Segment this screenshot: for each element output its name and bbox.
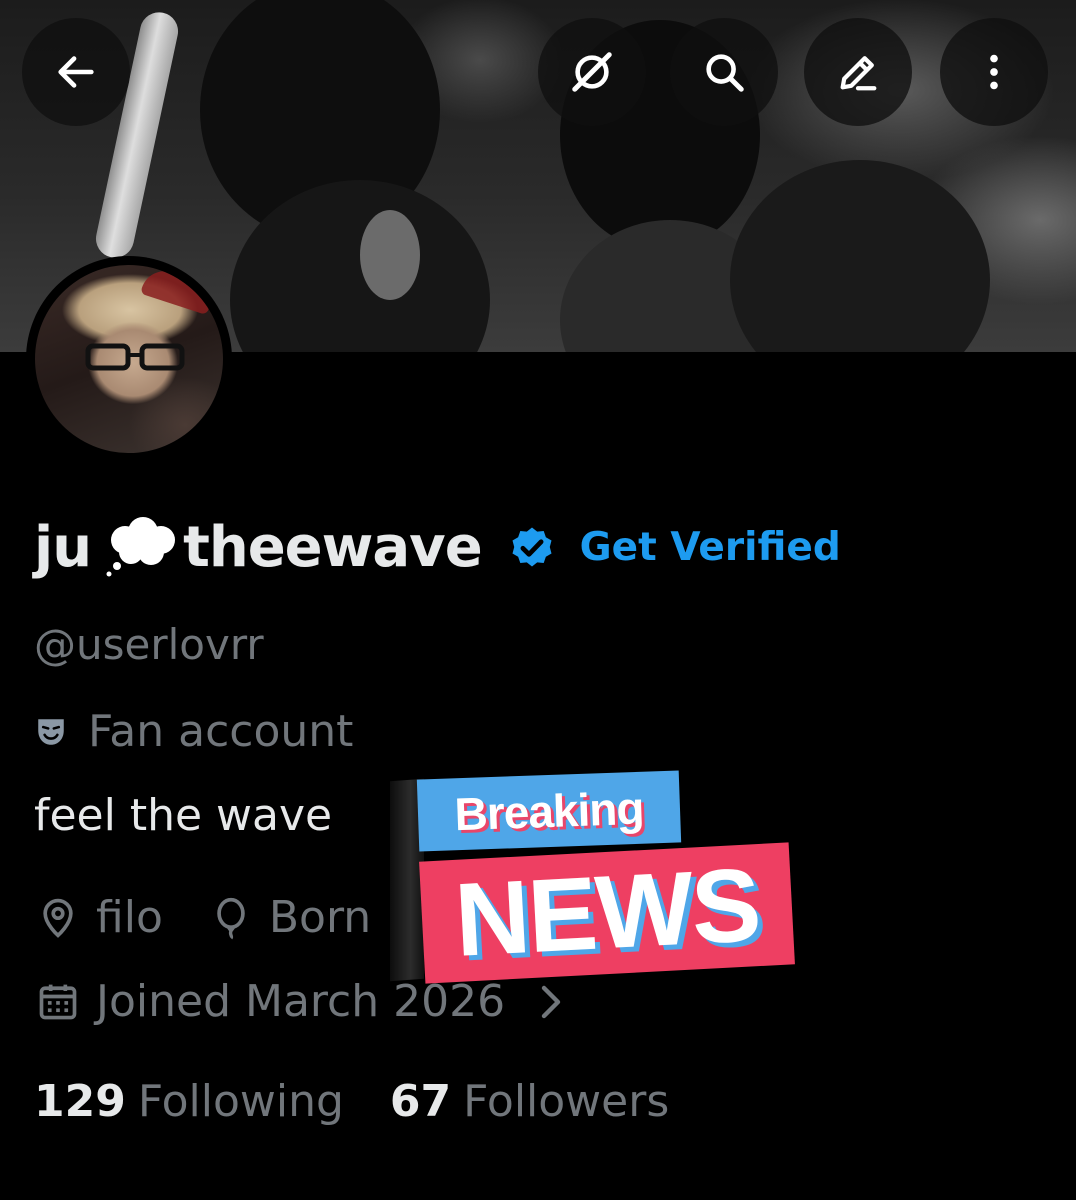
search-icon <box>706 54 744 92</box>
grok-icon <box>572 52 612 92</box>
thought-balloon-icon <box>106 517 176 577</box>
news-text: NEWS <box>452 847 762 979</box>
display-name-row: ju theewave Get Verified <box>34 512 841 582</box>
search-button[interactable] <box>670 18 778 126</box>
banner-hands <box>360 210 420 300</box>
bio-text: feel the wave <box>34 790 333 841</box>
location-pin-icon <box>43 898 73 938</box>
avatar-glasses <box>85 343 185 371</box>
following-label: Following <box>137 1076 344 1127</box>
more-button[interactable] <box>940 18 1048 126</box>
more-icon <box>990 54 998 90</box>
edit-button[interactable] <box>804 18 912 126</box>
back-arrow-icon <box>58 56 94 88</box>
profile-category: Fan account <box>34 706 353 757</box>
verified-badge-icon[interactable] <box>506 521 558 573</box>
followers-link[interactable]: 67 Followers <box>390 1076 669 1127</box>
masks-icon <box>38 718 64 745</box>
avatar[interactable] <box>26 256 232 462</box>
get-verified-link[interactable]: Get Verified <box>580 525 841 570</box>
balloon-icon <box>217 897 245 939</box>
following-count: 129 <box>34 1076 126 1127</box>
calendar-icon <box>39 984 77 1019</box>
following-link[interactable]: 129 Following <box>34 1076 344 1127</box>
display-name-second: theewave <box>183 514 483 580</box>
breaking-text: Breaking <box>453 781 645 841</box>
banner-figure <box>730 160 990 352</box>
born-text: Born <box>268 892 372 943</box>
back-button[interactable] <box>22 18 130 126</box>
birthday-item: Born <box>209 892 371 943</box>
user-handle: @userlovrr <box>34 620 264 669</box>
location-text: filo <box>96 892 163 943</box>
edit-icon <box>840 56 877 91</box>
news-banner: NEWS <box>419 842 795 984</box>
profile-meta-row: filo Born <box>36 892 371 943</box>
avatar-image <box>35 265 223 453</box>
display-name-first: ju <box>34 514 92 580</box>
followers-label: Followers <box>463 1076 670 1127</box>
category-label: Fan account <box>88 706 354 757</box>
follow-stats: 129 Following 67 Followers <box>34 1076 669 1127</box>
breaking-banner: Breaking <box>416 770 682 852</box>
followers-count: 67 <box>389 1076 452 1127</box>
grok-button[interactable] <box>538 18 646 126</box>
breaking-news-sticker: Breaking NEWS <box>385 770 805 990</box>
